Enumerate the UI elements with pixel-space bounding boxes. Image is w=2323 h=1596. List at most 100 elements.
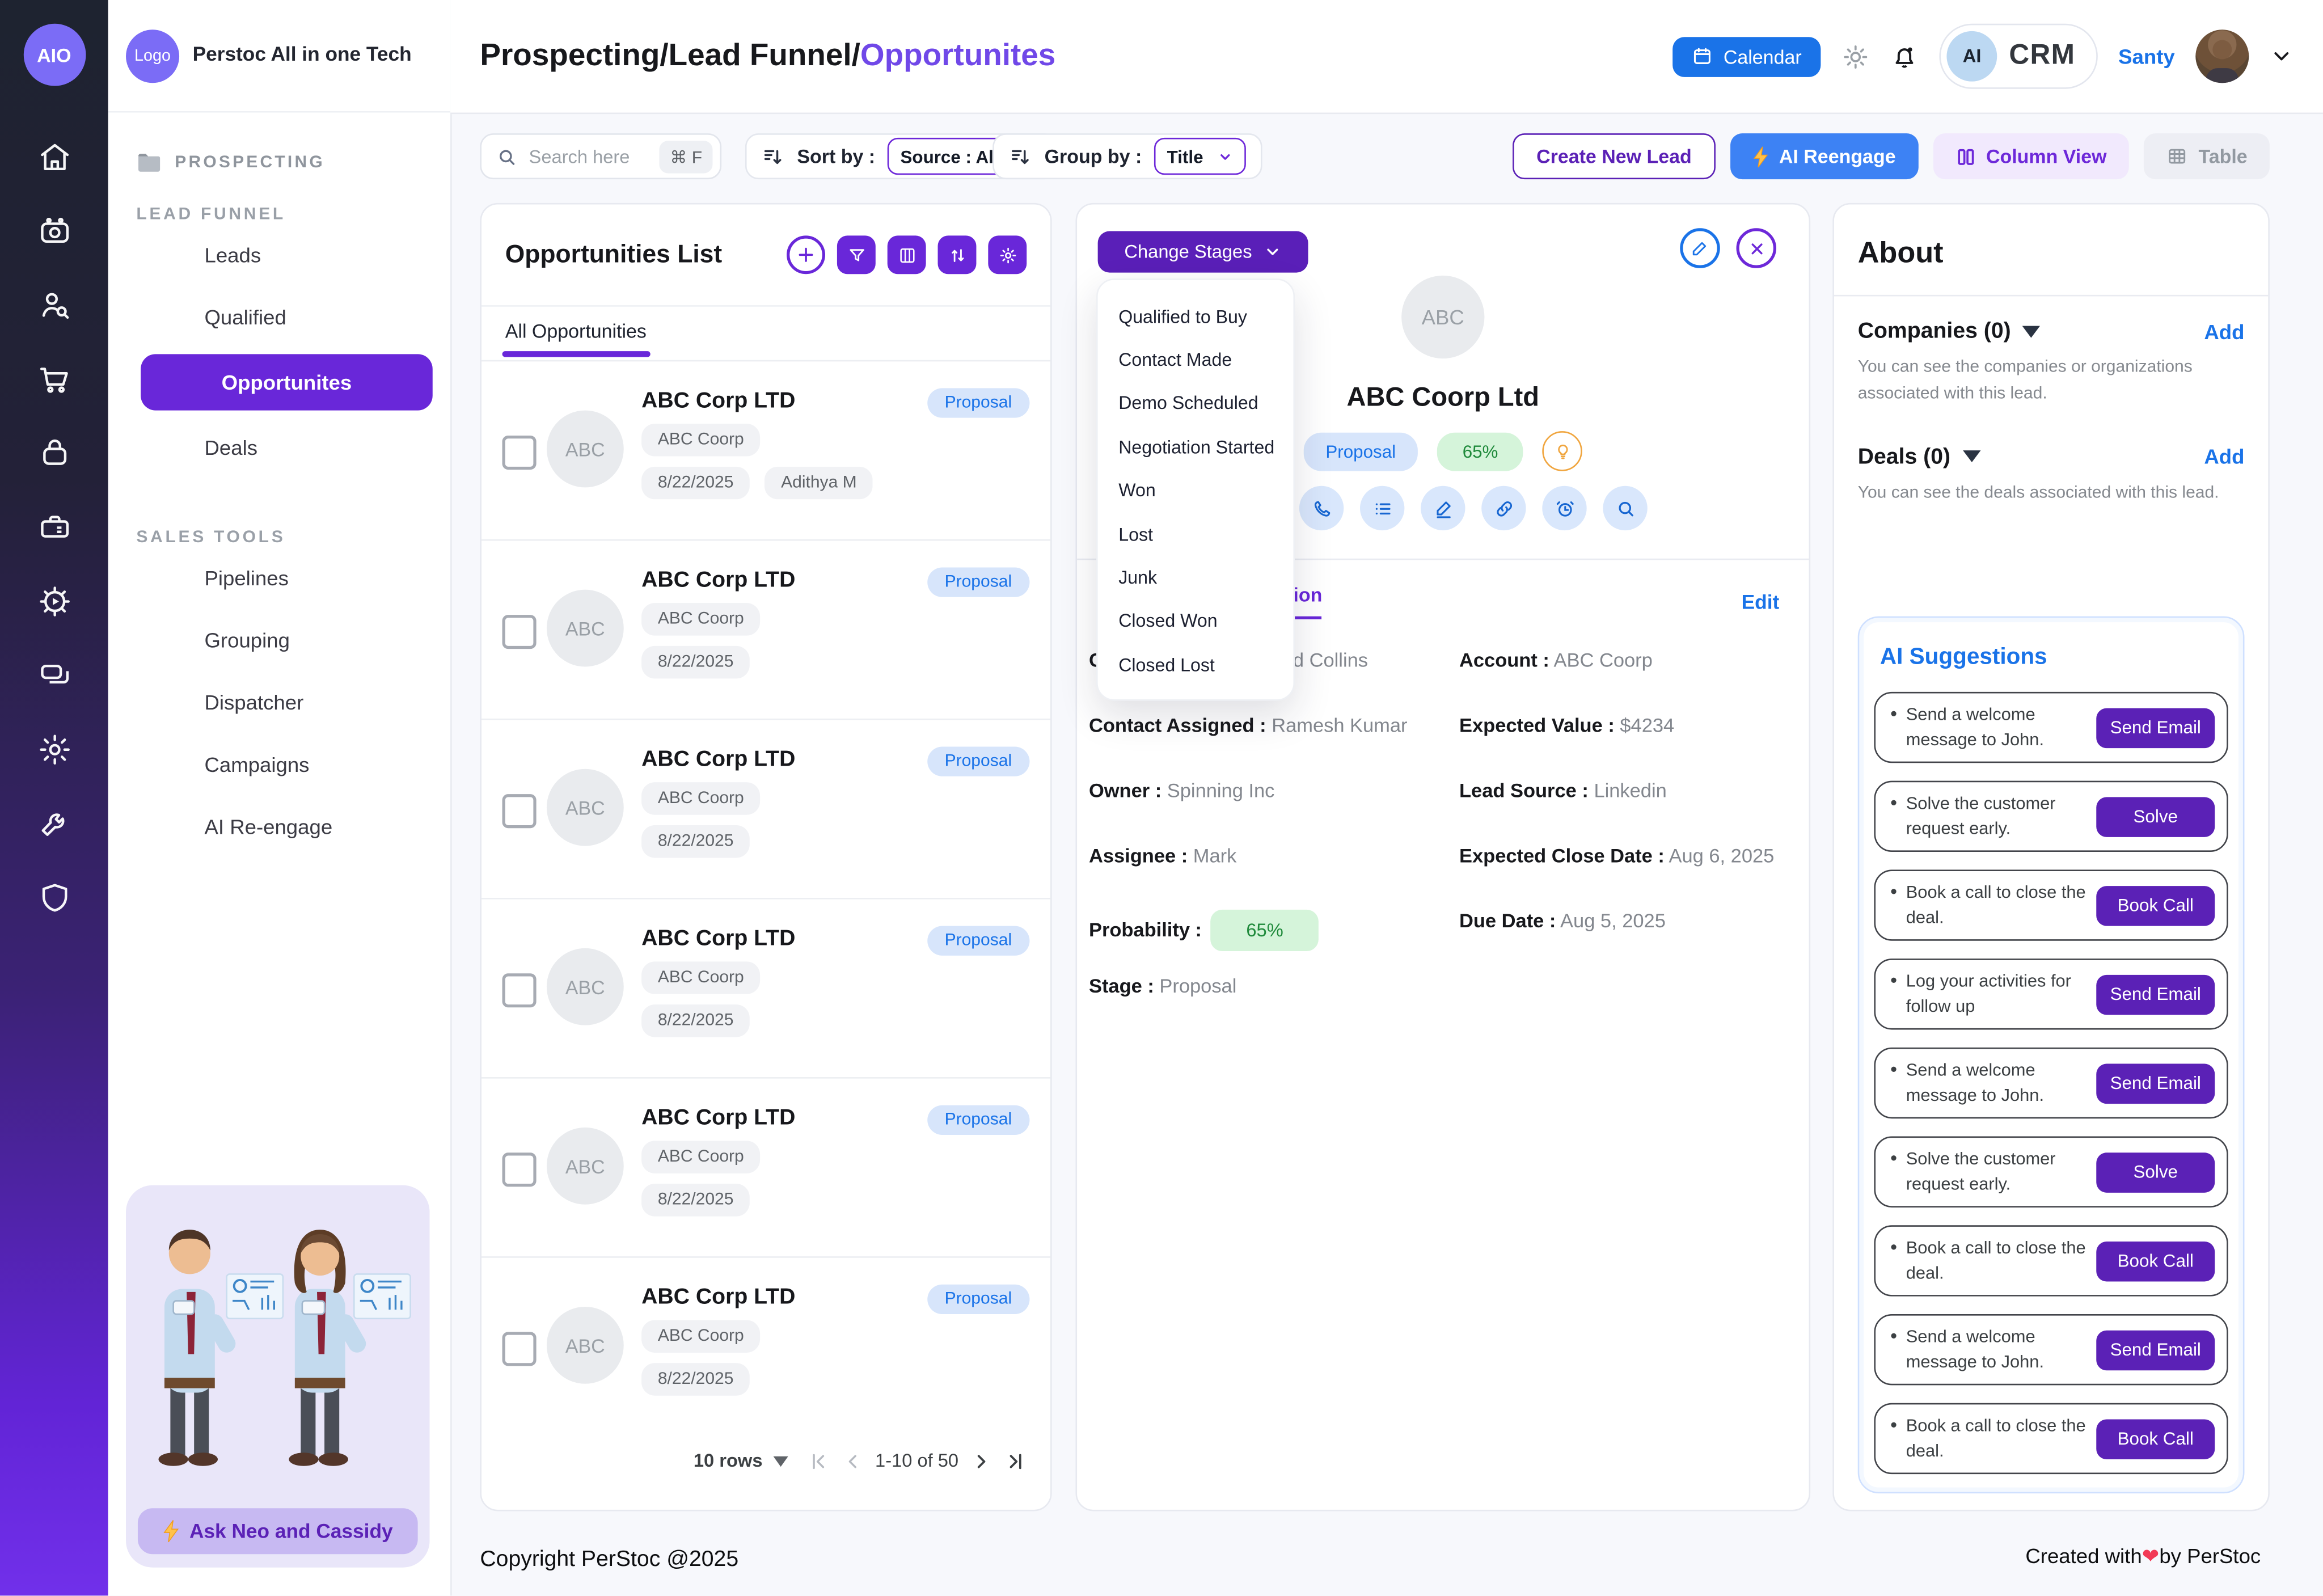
stage-option[interactable]: Qualified to Buy	[1098, 295, 1294, 339]
opportunity-row[interactable]: ABC ABC Corp LTD ABC Coorp 8/22/2025Adit…	[482, 361, 1050, 541]
mascot-button-label: Ask Neo and Cassidy	[189, 1520, 393, 1542]
search-input[interactable]	[526, 145, 651, 168]
bag-icon[interactable]	[36, 436, 72, 471]
edit-action-icon[interactable]	[1421, 486, 1465, 530]
edit-lead-button[interactable]	[1680, 228, 1720, 268]
stage-option[interactable]: Demo Scheduled	[1098, 382, 1294, 425]
add-deal-link[interactable]: Add	[2204, 445, 2244, 468]
chevron-down-icon[interactable]	[2270, 44, 2294, 68]
call-action-icon[interactable]	[1299, 486, 1344, 530]
insight-bulb-icon[interactable]	[1543, 431, 1583, 471]
deals-description: You can see the deals associated with th…	[1858, 481, 2245, 508]
send-email-button[interactable]: Send Email	[2096, 708, 2215, 748]
sidebar-item-grouping[interactable]: Grouping	[108, 609, 450, 672]
field-value: Linkedin	[1594, 779, 1666, 801]
tasks-list-action-icon[interactable]	[1360, 486, 1404, 530]
stage-option[interactable]: Lost	[1098, 513, 1294, 556]
chevron-down-icon	[1264, 243, 1281, 260]
opportunity-row[interactable]: ABC ABC Corp LTD ABC Coorp 8/22/2025 Pro…	[482, 1079, 1050, 1258]
last-page-button[interactable]	[1004, 1450, 1027, 1472]
opportunity-row[interactable]: ABC ABC Corp LTD ABC Coorp 8/22/2025 Pro…	[482, 900, 1050, 1079]
columns-button[interactable]	[888, 235, 926, 274]
stage-option[interactable]: Closed Lost	[1098, 643, 1294, 687]
group-by-select[interactable]: Title	[1154, 138, 1246, 175]
deals-header[interactable]: Deals (0)	[1858, 444, 1980, 469]
send-email-button[interactable]: Send Email	[2096, 1063, 2215, 1104]
sidebar-item-dispatcher[interactable]: Dispatcher	[108, 671, 450, 733]
opportunity-row[interactable]: ABC ABC Corp LTD ABC Coorp 8/22/2025 Pro…	[482, 720, 1050, 900]
automation-icon[interactable]	[36, 584, 72, 619]
theme-sun-icon[interactable]	[1841, 42, 1870, 70]
stage-option[interactable]: Won	[1098, 469, 1294, 513]
filter-button[interactable]	[837, 235, 876, 274]
reminder-action-icon[interactable]	[1542, 486, 1586, 530]
ask-neo-cassidy-button[interactable]: Ask Neo and Cassidy	[138, 1508, 418, 1554]
next-page-button[interactable]	[970, 1450, 992, 1472]
meetings-icon[interactable]	[36, 213, 72, 249]
home-icon[interactable]	[36, 140, 72, 175]
row-checkbox[interactable]	[502, 794, 537, 828]
stage-option[interactable]: Closed Won	[1098, 599, 1294, 643]
row-checkbox[interactable]	[502, 973, 537, 1007]
send-email-button[interactable]: Send Email	[2096, 975, 2215, 1015]
security-icon[interactable]	[36, 880, 72, 916]
row-checkbox[interactable]	[502, 436, 537, 470]
sort-order-button[interactable]	[938, 235, 977, 274]
toolbox-icon[interactable]	[36, 510, 72, 546]
column-view-button[interactable]: Column View	[1933, 133, 2129, 179]
tab-all-opportunities[interactable]: All Opportunities	[505, 320, 647, 342]
search-box[interactable]: ⌘ F	[480, 133, 721, 179]
link-action-icon[interactable]	[1481, 486, 1526, 530]
add-company-link[interactable]: Add	[2204, 319, 2244, 343]
column-view-label: Column View	[1986, 145, 2107, 167]
sidebar-item-leads[interactable]: Leads	[108, 223, 450, 286]
close-detail-button[interactable]	[1736, 228, 1776, 268]
sidebar-item-opportunites[interactable]: Opportunites	[141, 354, 433, 410]
cart-icon[interactable]	[36, 361, 72, 397]
ai-reengage-button[interactable]: AI Reengage	[1730, 133, 1918, 179]
book-call-button[interactable]: Book Call	[2096, 1419, 2215, 1459]
book-call-button[interactable]: Book Call	[2096, 886, 2215, 926]
prev-page-button[interactable]	[841, 1450, 863, 1472]
book-call-button[interactable]: Book Call	[2096, 1242, 2215, 1282]
edit-fields-link[interactable]: Edit	[1742, 590, 1780, 613]
deals-label: Deals (0)	[1858, 444, 1950, 469]
row-checkbox[interactable]	[502, 1332, 537, 1366]
sidebar-item-deals[interactable]: Deals	[108, 416, 450, 479]
solve-button[interactable]: Solve	[2096, 797, 2215, 837]
stage-option[interactable]: Junk	[1098, 556, 1294, 599]
companies-header[interactable]: Companies (0)	[1858, 319, 2041, 344]
create-new-lead-button[interactable]: Create New Lead	[1513, 133, 1715, 179]
sidebar-item-qualified[interactable]: Qualified	[108, 286, 450, 348]
row-avatar: ABC	[547, 1128, 624, 1205]
solve-button[interactable]: Solve	[2096, 1152, 2215, 1193]
page-range: 1-10 of 50	[875, 1450, 958, 1471]
user-avatar[interactable]	[2195, 29, 2249, 83]
sidebar-item-pipelines[interactable]: Pipelines	[108, 547, 450, 609]
row-checkbox[interactable]	[502, 615, 537, 649]
opportunity-row[interactable]: ABC ABC Corp LTD ABC Coorp 8/22/2025 Pro…	[482, 1258, 1050, 1435]
stage-option[interactable]: Contact Made	[1098, 339, 1294, 382]
add-opportunity-button[interactable]	[787, 235, 825, 274]
change-stages-button[interactable]: Change Stages	[1098, 231, 1308, 273]
calendar-button[interactable]: Calendar	[1673, 36, 1821, 77]
send-email-button[interactable]: Send Email	[2096, 1331, 2215, 1371]
sort-by-label: Sort by :	[797, 145, 875, 167]
row-checkbox[interactable]	[502, 1152, 537, 1187]
sidebar-item-ai-re-engage[interactable]: AI Re-engage	[108, 796, 450, 858]
section-prospecting[interactable]: PROSPECTING	[108, 113, 450, 174]
sidebar-item-campaigns[interactable]: Campaigns	[108, 733, 450, 796]
opportunity-row[interactable]: ABC ABC Corp LTD ABC Coorp 8/22/2025 Pro…	[482, 541, 1050, 720]
stage-option[interactable]: Negotiation Started	[1098, 425, 1294, 469]
tools-icon[interactable]	[36, 806, 72, 842]
notifications-bell-icon[interactable]	[1890, 42, 1919, 70]
opportunities-list-panel: Opportunities List All Opportunities	[480, 203, 1051, 1511]
rows-per-page-select[interactable]: 10 rows	[694, 1450, 788, 1471]
search-action-icon[interactable]	[1603, 486, 1647, 530]
table-view-button[interactable]: Table	[2144, 133, 2270, 179]
chat-icon[interactable]	[36, 658, 72, 694]
settings-icon[interactable]	[36, 732, 72, 767]
lead-search-icon[interactable]	[36, 288, 72, 323]
list-settings-button[interactable]	[988, 235, 1027, 274]
first-page-button[interactable]	[807, 1450, 829, 1472]
